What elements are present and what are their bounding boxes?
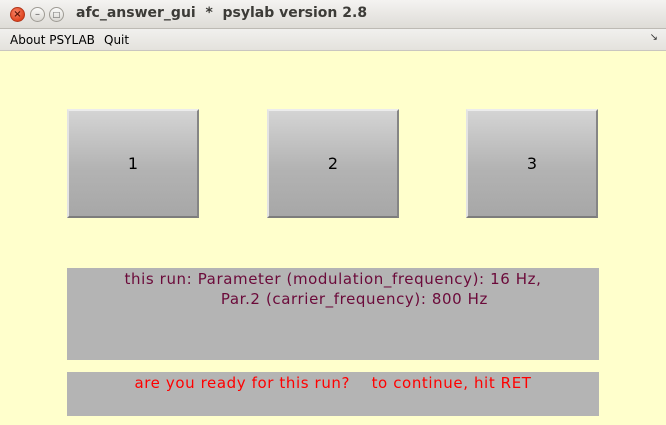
answer-button-label: 3 xyxy=(526,154,538,173)
menu-about-psylab[interactable]: About PSYLAB xyxy=(10,33,95,47)
prompt-panel: are you ready for this run? to continue,… xyxy=(67,372,599,416)
app-window: × – □ afc_answer_gui * psylab version 2.… xyxy=(0,0,666,425)
menu-quit[interactable]: Quit xyxy=(104,33,129,47)
run-info-line-2: Par.2 (carrier_frequency): 800 Hz xyxy=(177,290,489,308)
answer-button-label: 1 xyxy=(127,154,139,173)
dock-arrow-icon[interactable]: ↘ xyxy=(650,32,658,43)
maximize-icon[interactable]: □ xyxy=(49,7,64,22)
title-bar: × – □ afc_answer_gui * psylab version 2.… xyxy=(0,0,666,29)
answer-button-label: 2 xyxy=(327,154,339,173)
answer-button-2[interactable]: 2 xyxy=(267,109,399,218)
run-info-panel: this run: Parameter (modulation_frequenc… xyxy=(67,268,599,360)
run-info-line-1: this run: Parameter (modulation_frequenc… xyxy=(124,270,542,288)
answer-button-3[interactable]: 3 xyxy=(466,109,598,218)
minimize-icon[interactable]: – xyxy=(30,7,45,22)
window-title: afc_answer_gui * psylab version 2.8 xyxy=(76,5,368,21)
close-icon[interactable]: × xyxy=(10,7,25,22)
menu-bar: About PSYLAB Quit ↘ xyxy=(0,29,666,51)
answer-button-1[interactable]: 1 xyxy=(67,109,199,218)
continue-prompt: are you ready for this run? to continue,… xyxy=(134,374,532,392)
